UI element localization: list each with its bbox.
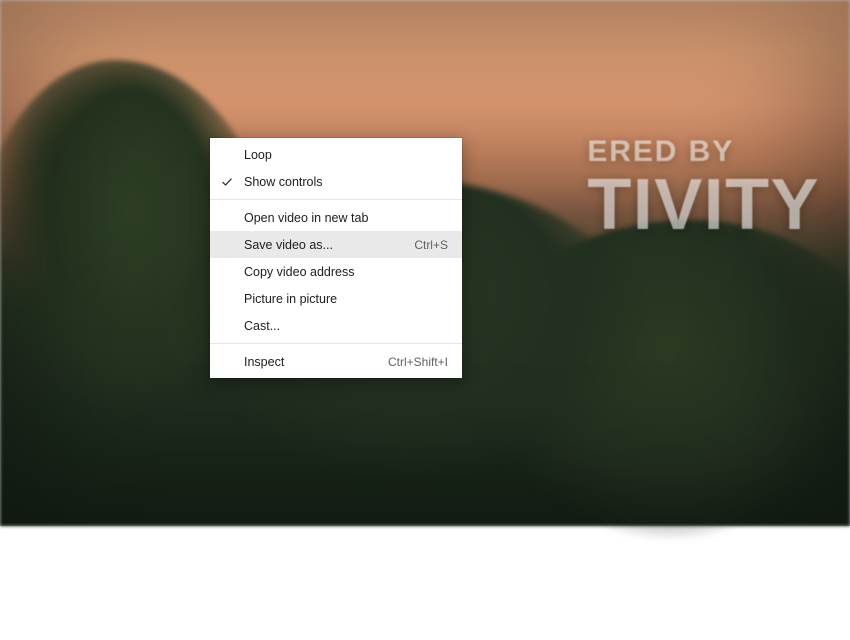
video-overlay-text: ERED BY TIVITY — [587, 135, 820, 239]
menu-item-cast[interactable]: Cast... — [210, 312, 462, 339]
menu-label: Picture in picture — [244, 292, 448, 306]
menu-item-open-new-tab[interactable]: Open video in new tab — [210, 204, 462, 231]
menu-label: Show controls — [244, 175, 448, 189]
menu-item-loop[interactable]: Loop — [210, 141, 462, 168]
video-context-menu: Loop Show controls Open video in new tab… — [210, 138, 462, 378]
menu-label: Open video in new tab — [244, 211, 448, 225]
menu-item-copy-video-address[interactable]: Copy video address — [210, 258, 462, 285]
menu-separator — [210, 199, 462, 200]
menu-item-picture-in-picture[interactable]: Picture in picture — [210, 285, 462, 312]
menu-label: Cast... — [244, 319, 448, 333]
menu-item-inspect[interactable]: Inspect Ctrl+Shift+I — [210, 348, 462, 375]
menu-separator — [210, 343, 462, 344]
menu-label: Loop — [244, 148, 448, 162]
menu-item-save-video-as[interactable]: Save video as... Ctrl+S — [210, 231, 462, 258]
overlay-line-2: TIVITY — [587, 171, 820, 239]
menu-item-show-controls[interactable]: Show controls — [210, 168, 462, 195]
check-icon — [221, 176, 233, 188]
menu-icon-slot — [210, 176, 244, 188]
menu-label: Save video as... — [244, 238, 402, 252]
menu-label: Copy video address — [244, 265, 448, 279]
menu-shortcut: Ctrl+Shift+I — [388, 355, 448, 369]
menu-shortcut: Ctrl+S — [414, 238, 448, 252]
overlay-line-1: ERED BY — [587, 135, 820, 169]
menu-label: Inspect — [244, 355, 376, 369]
